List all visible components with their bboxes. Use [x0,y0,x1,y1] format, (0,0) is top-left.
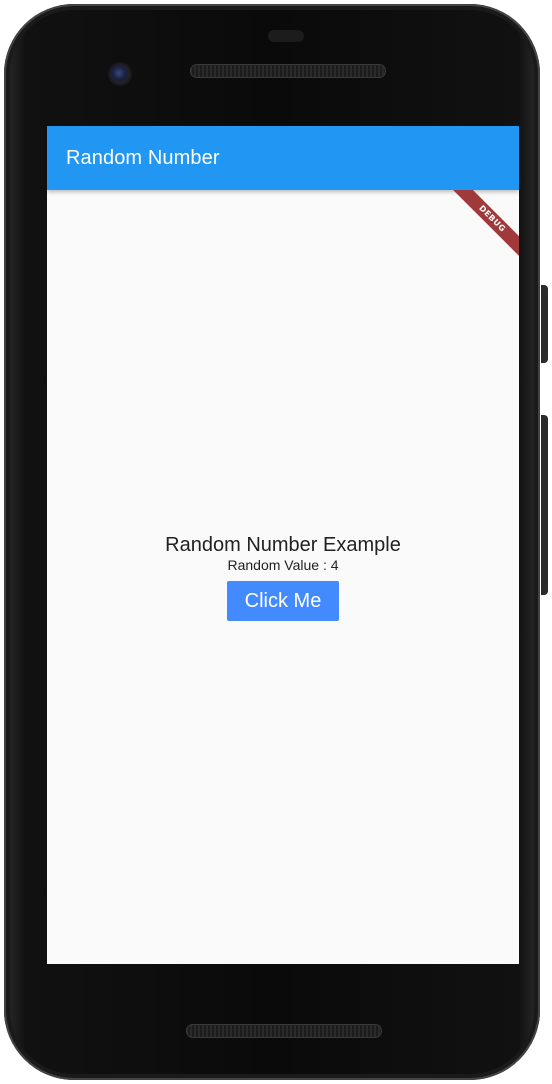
debug-banner: DEBUG [449,190,519,260]
app-bar: Random Number [47,126,519,190]
power-button[interactable] [541,285,548,363]
proximity-sensor [268,30,304,42]
device-frame-stage: Random Number DEBUG Random Number Exampl… [0,0,552,1084]
earpiece-speaker-icon [190,64,386,78]
bottom-speaker-icon [186,1024,382,1038]
page-heading: Random Number Example [165,534,401,556]
volume-rocker[interactable] [541,415,548,595]
random-value-text: Random Value : 4 [227,557,339,573]
front-camera-icon [110,64,130,84]
click-me-button[interactable]: Click Me [226,581,340,621]
main-content: Random Number Example Random Value : 4 C… [47,190,519,964]
app-bar-title: Random Number [66,147,220,169]
debug-banner-label: DEBUG [449,190,519,260]
app-screen: Random Number DEBUG Random Number Exampl… [47,126,519,964]
